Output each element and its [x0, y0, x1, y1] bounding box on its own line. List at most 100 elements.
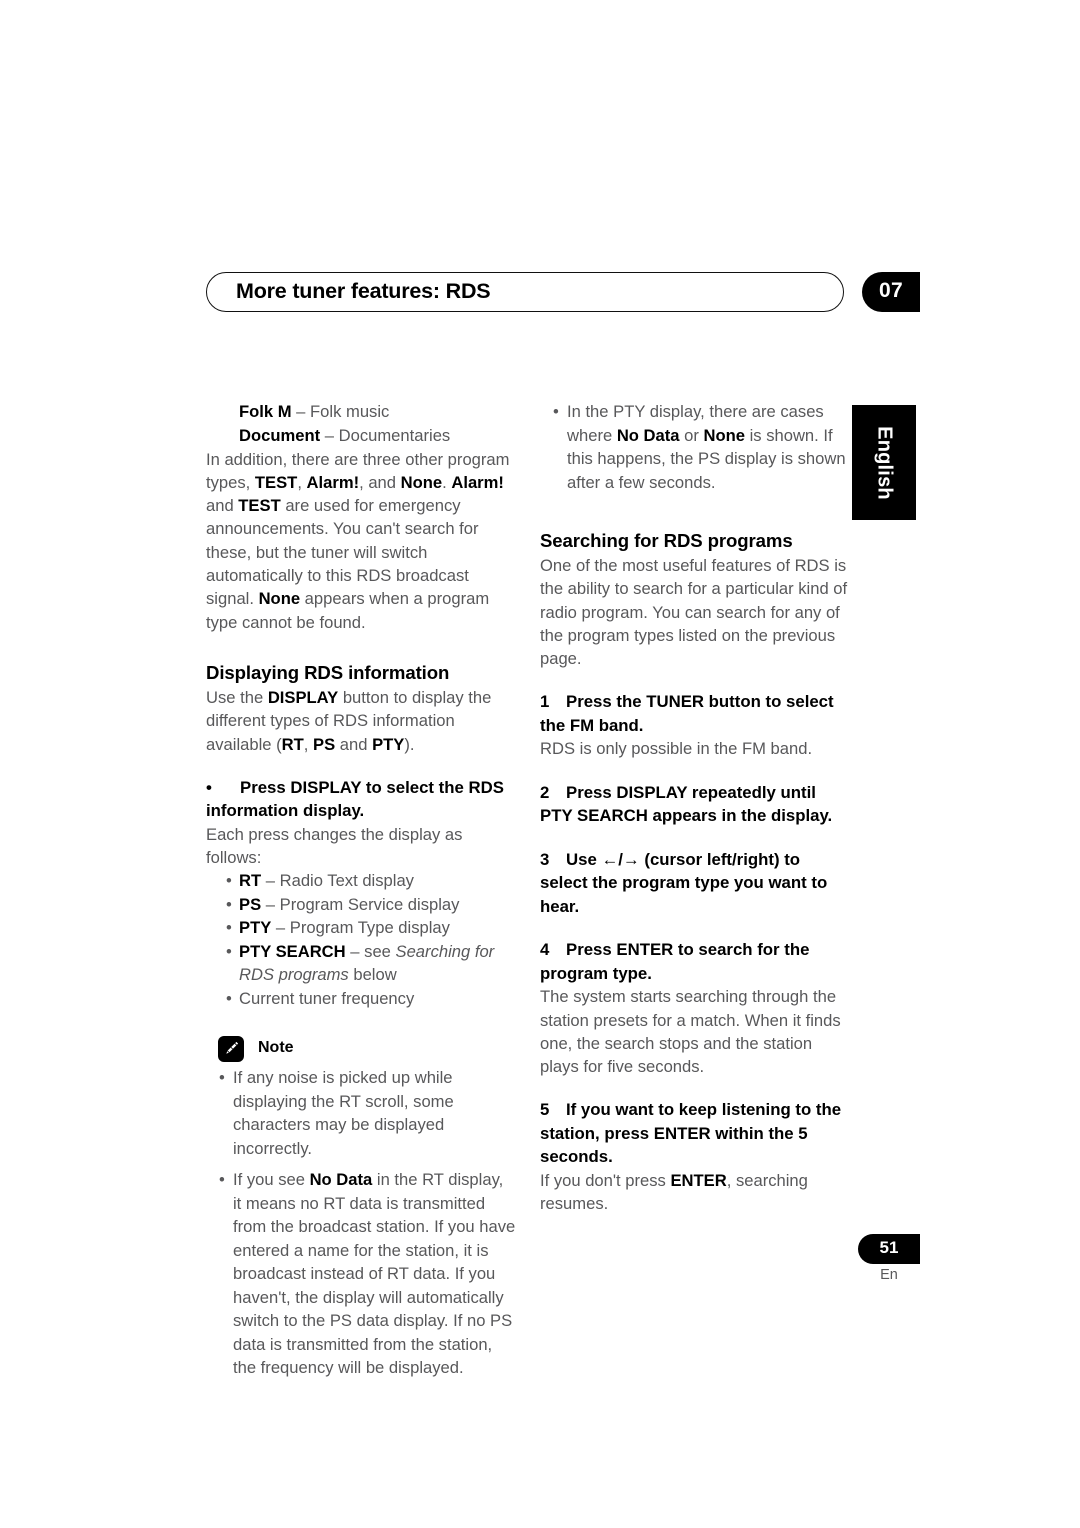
step-1: 1 Press the TUNER button to select the FM… — [540, 690, 850, 737]
list-item-dash: – — [275, 918, 286, 938]
step-title: Press DISPLAY repeatedly until PTY SEARC… — [540, 782, 833, 826]
page-number: 51 — [879, 1238, 899, 1257]
language-tab-label: English — [873, 425, 896, 500]
text-run: and — [206, 496, 239, 516]
text-run: , — [297, 472, 307, 492]
pty-entry-document: Document – Documentaries — [239, 424, 516, 448]
command-text: Press DISPLAY to select the RDS informat… — [206, 777, 504, 821]
section-intro-paragraph: Use the DISPLAY button to display the di… — [206, 686, 516, 756]
page-number-badge: 51 — [858, 1234, 920, 1264]
emphasis-alarm: Alarm! — [306, 472, 360, 492]
emphasis-enter: ENTER — [670, 1170, 727, 1190]
emphasis-test: TEST — [254, 472, 298, 492]
step-title: Press the TUNER button to select the FM … — [540, 692, 834, 735]
pty-dash-glyph: – — [324, 425, 334, 445]
pty-term: Document — [239, 425, 321, 445]
command-bullet: • — [206, 777, 212, 797]
list-item-term: PTY SEARCH — [239, 941, 346, 961]
pty-definition: Folk music — [310, 402, 390, 421]
pty-term: Folk M — [239, 402, 292, 421]
text-run: Use the — [206, 687, 268, 707]
text-run: or — [679, 425, 704, 445]
list-item-term: PTY — [239, 918, 272, 938]
step-number: 2 — [540, 782, 550, 802]
page-title: More tuner features: RDS — [236, 279, 491, 303]
command-follow-text: Each press changes the display as follow… — [206, 824, 463, 868]
step-1-body: RDS is only possible in the FM band. — [540, 739, 813, 759]
step-2: 2 Press DISPLAY repeatedly until PTY SEAR… — [540, 781, 850, 828]
left-column: Folk M – Folk music Document – Documenta… — [206, 400, 516, 1388]
list-item-term: PS — [239, 894, 262, 914]
text-run: in the RT display, it means no RT data i… — [233, 1170, 516, 1378]
cursor-left-icon: ← — [601, 849, 619, 869]
intro-paragraph: In addition, there are three other progr… — [206, 448, 516, 634]
list-item-definition: see — [364, 941, 396, 961]
right-column: In the PTY display, there are cases wher… — [540, 400, 850, 1216]
emphasis-no-data: No Data — [616, 425, 680, 445]
list-item: RT – Radio Text display — [206, 869, 516, 893]
list-item-dash: – — [350, 941, 360, 961]
text-run: ). — [404, 734, 415, 754]
pty-definition: Documentaries — [338, 425, 451, 445]
step-title: Press ENTER to search for the program ty… — [540, 940, 810, 983]
emphasis-ps: PS — [313, 734, 336, 754]
emphasis-display: DISPLAY — [267, 687, 339, 707]
list-item: PTY SEARCH – see Searching for RDS progr… — [206, 940, 516, 987]
step-4-body: The system starts searching through the … — [540, 987, 841, 1077]
step-title-pre: Use — [566, 849, 602, 869]
chapter-number-badge: 07 — [862, 272, 920, 312]
chapter-number: 07 — [879, 279, 903, 302]
pencil-icon-glyph — [226, 1042, 239, 1055]
text-run: , and — [359, 472, 401, 492]
document-page: More tuner features: RDS 07 English Folk… — [0, 0, 1080, 1528]
list-item: PTY – Program Type display — [206, 916, 516, 940]
cursor-right-icon: → — [622, 849, 640, 869]
pty-dash-glyph: – — [296, 402, 306, 421]
text-run: If you don't press — [540, 1170, 671, 1190]
emphasis-none-2: None — [258, 589, 301, 609]
step-number: 5 — [540, 1100, 550, 1120]
step-5: 5 If you want to keep listening to the st… — [540, 1098, 850, 1169]
emphasis-test-2: TEST — [238, 496, 281, 516]
emphasis-rt: RT — [281, 734, 304, 754]
list-item-dash: – — [265, 871, 275, 891]
list-item-dash: – — [265, 894, 275, 914]
step-number: 3 — [540, 849, 550, 869]
top-note-list: In the PTY display, there are cases wher… — [540, 400, 850, 494]
emphasis-none: None — [703, 425, 745, 445]
step-number: 4 — [540, 940, 550, 960]
emphasis-none: None — [400, 472, 443, 492]
note-item: In the PTY display, there are cases wher… — [540, 400, 850, 494]
step-number: 1 — [540, 692, 550, 712]
list-item-definition: Current tuner frequency — [239, 988, 415, 1008]
pencil-icon — [218, 1036, 244, 1063]
display-options-list: RT – Radio Text display PS – Program Ser… — [206, 869, 516, 1010]
step-4: 4 Press ENTER to search for the program t… — [540, 938, 850, 985]
page-language-code: En — [880, 1267, 898, 1283]
text-run: . — [442, 472, 452, 492]
step-title: If you want to keep listening to the sta… — [540, 1100, 842, 1167]
emphasis-alarm-2: Alarm! — [451, 472, 504, 492]
list-item-definition: Program Type display — [289, 918, 450, 938]
section-heading-searching-rds: Searching for RDS programs — [540, 530, 793, 551]
note-item: If you see No Data in the RT display, it… — [206, 1168, 516, 1380]
list-item-definition: Program Service display — [279, 894, 460, 914]
section-heading-displaying-rds: Displaying RDS information — [206, 661, 450, 683]
emphasis-no-data: No Data — [309, 1170, 373, 1190]
pty-entry-folk: Folk M – Folk music — [239, 400, 516, 424]
emphasis-pty: PTY — [372, 734, 405, 754]
note-list: If any noise is picked up while displayi… — [206, 1066, 516, 1380]
list-item: Current tuner frequency — [206, 987, 516, 1011]
note-header: Note — [206, 1036, 516, 1066]
list-item-term: RT — [239, 871, 262, 891]
list-item-tail: below — [348, 965, 397, 985]
note-item: If any noise is picked up while displayi… — [206, 1066, 516, 1160]
language-tab: English — [852, 405, 916, 520]
searching-intro-paragraph: One of the most useful features of RDS i… — [540, 556, 848, 669]
